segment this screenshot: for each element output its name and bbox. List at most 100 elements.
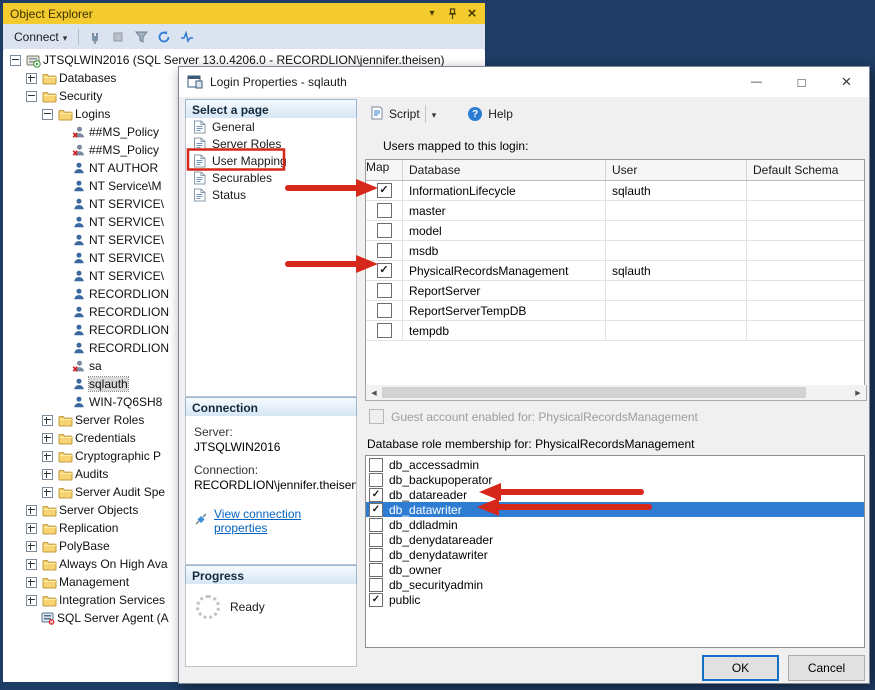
role-item-public[interactable]: public (366, 592, 864, 607)
map-checkbox[interactable] (377, 223, 392, 238)
expand-icon[interactable] (26, 577, 37, 588)
horizontal-scrollbar[interactable] (365, 385, 867, 401)
map-checkbox[interactable] (377, 243, 392, 258)
map-checkbox[interactable] (377, 183, 392, 198)
pin-icon[interactable] (443, 5, 461, 22)
role-checkbox[interactable] (369, 593, 383, 607)
user-cell[interactable] (606, 321, 747, 340)
role-checkbox[interactable] (369, 563, 383, 577)
role-item-db_backupoperator[interactable]: db_backupoperator (366, 472, 864, 487)
tree-item-label: Logins (75, 107, 110, 121)
role-checkbox[interactable] (369, 533, 383, 547)
expand-icon[interactable] (26, 505, 37, 516)
expand-icon[interactable] (42, 415, 53, 426)
expand-icon[interactable] (26, 559, 37, 570)
tree-item-label: Always On High Ava (59, 557, 168, 571)
default-schema-cell[interactable] (747, 221, 864, 240)
tree-item-label: Credentials (75, 431, 136, 445)
collapse-icon[interactable] (26, 91, 37, 102)
window-menu-icon[interactable] (423, 5, 441, 22)
role-checkbox[interactable] (369, 578, 383, 592)
role-checkbox[interactable] (369, 503, 383, 517)
default-schema-cell[interactable] (747, 261, 864, 280)
login-icon (72, 197, 89, 211)
scrollbar-thumb[interactable] (382, 387, 806, 398)
database-cell: PhysicalRecordsManagement (403, 261, 606, 280)
map-checkbox[interactable] (377, 263, 392, 278)
default-schema-cell[interactable] (747, 281, 864, 300)
maximize-icon[interactable] (779, 68, 824, 97)
collapse-icon[interactable] (10, 55, 21, 66)
role-item-db_datareader[interactable]: db_datareader (366, 487, 864, 502)
expand-icon[interactable] (42, 469, 53, 480)
filter-icon[interactable] (131, 27, 151, 47)
default-schema-cell[interactable] (747, 321, 864, 340)
role-item-db_accessadmin[interactable]: db_accessadmin (366, 457, 864, 472)
page-item-securables[interactable]: Securables (186, 169, 356, 186)
expand-icon[interactable] (26, 541, 37, 552)
view-connection-properties-link[interactable]: View connection properties (214, 507, 348, 535)
login-icon (72, 377, 89, 391)
expand-icon[interactable] (42, 433, 53, 444)
role-item-db_datawriter[interactable]: db_datawriter (366, 502, 864, 517)
expand-icon[interactable] (42, 451, 53, 462)
database-cell: ReportServerTempDB (403, 301, 606, 320)
page-item-user-mapping[interactable]: User Mapping (186, 152, 356, 169)
user-cell[interactable] (606, 201, 747, 220)
connection-properties-icon (194, 513, 208, 529)
dialog-titlebar[interactable]: Login Properties - sqlauth (179, 67, 869, 97)
connect-button[interactable]: Connect (9, 28, 72, 46)
default-schema-cell[interactable] (747, 301, 864, 320)
role-checkbox[interactable] (369, 548, 383, 562)
disconnect-icon[interactable] (85, 27, 105, 47)
scroll-left-icon[interactable] (367, 387, 381, 399)
scroll-right-icon[interactable] (851, 387, 865, 399)
user-cell[interactable] (606, 301, 747, 320)
expand-icon[interactable] (42, 487, 53, 498)
help-button[interactable]: Help (468, 107, 513, 121)
column-header: User (606, 160, 747, 180)
role-item-db_denydatawriter[interactable]: db_denydatawriter (366, 547, 864, 562)
page-item-status[interactable]: Status (186, 186, 356, 203)
script-button[interactable]: Script (365, 104, 425, 125)
collapse-icon[interactable] (42, 109, 53, 120)
map-checkbox[interactable] (377, 283, 392, 298)
ok-button[interactable]: OK (702, 655, 779, 681)
minimize-icon[interactable] (734, 68, 779, 97)
role-checkbox[interactable] (369, 473, 383, 487)
user-cell[interactable]: sqlauth (606, 181, 747, 200)
role-item-db_denydatareader[interactable]: db_denydatareader (366, 532, 864, 547)
role-item-db_securityadmin[interactable]: db_securityadmin (366, 577, 864, 592)
script-dropdown-icon[interactable] (425, 105, 443, 123)
role-checkbox[interactable] (369, 518, 383, 532)
close-icon[interactable] (463, 5, 481, 22)
login-icon (72, 233, 89, 247)
refresh-icon[interactable] (154, 27, 174, 47)
activity-monitor-icon[interactable] (177, 27, 197, 47)
no-expander (58, 326, 67, 335)
page-item-general[interactable]: General (186, 118, 356, 135)
default-schema-cell[interactable] (747, 241, 864, 260)
stop-icon[interactable] (108, 27, 128, 47)
role-item-db_owner[interactable]: db_owner (366, 562, 864, 577)
default-schema-cell[interactable] (747, 181, 864, 200)
login-x-icon (72, 125, 89, 139)
expand-icon[interactable] (26, 73, 37, 84)
user-cell[interactable] (606, 221, 747, 240)
map-checkbox[interactable] (377, 323, 392, 338)
user-cell[interactable] (606, 281, 747, 300)
role-checkbox[interactable] (369, 488, 383, 502)
cancel-button[interactable]: Cancel (788, 655, 865, 681)
expand-icon[interactable] (26, 523, 37, 534)
page-item-server-roles[interactable]: Server Roles (186, 135, 356, 152)
map-checkbox[interactable] (377, 303, 392, 318)
expand-icon[interactable] (26, 595, 37, 606)
user-cell[interactable]: sqlauth (606, 261, 747, 280)
user-cell[interactable] (606, 241, 747, 260)
default-schema-cell[interactable] (747, 201, 864, 220)
role-checkbox[interactable] (369, 458, 383, 472)
map-checkbox[interactable] (377, 203, 392, 218)
role-item-db_ddladmin[interactable]: db_ddladmin (366, 517, 864, 532)
object-explorer-titlebar[interactable]: Object Explorer (3, 3, 485, 24)
close-icon[interactable] (824, 68, 869, 97)
